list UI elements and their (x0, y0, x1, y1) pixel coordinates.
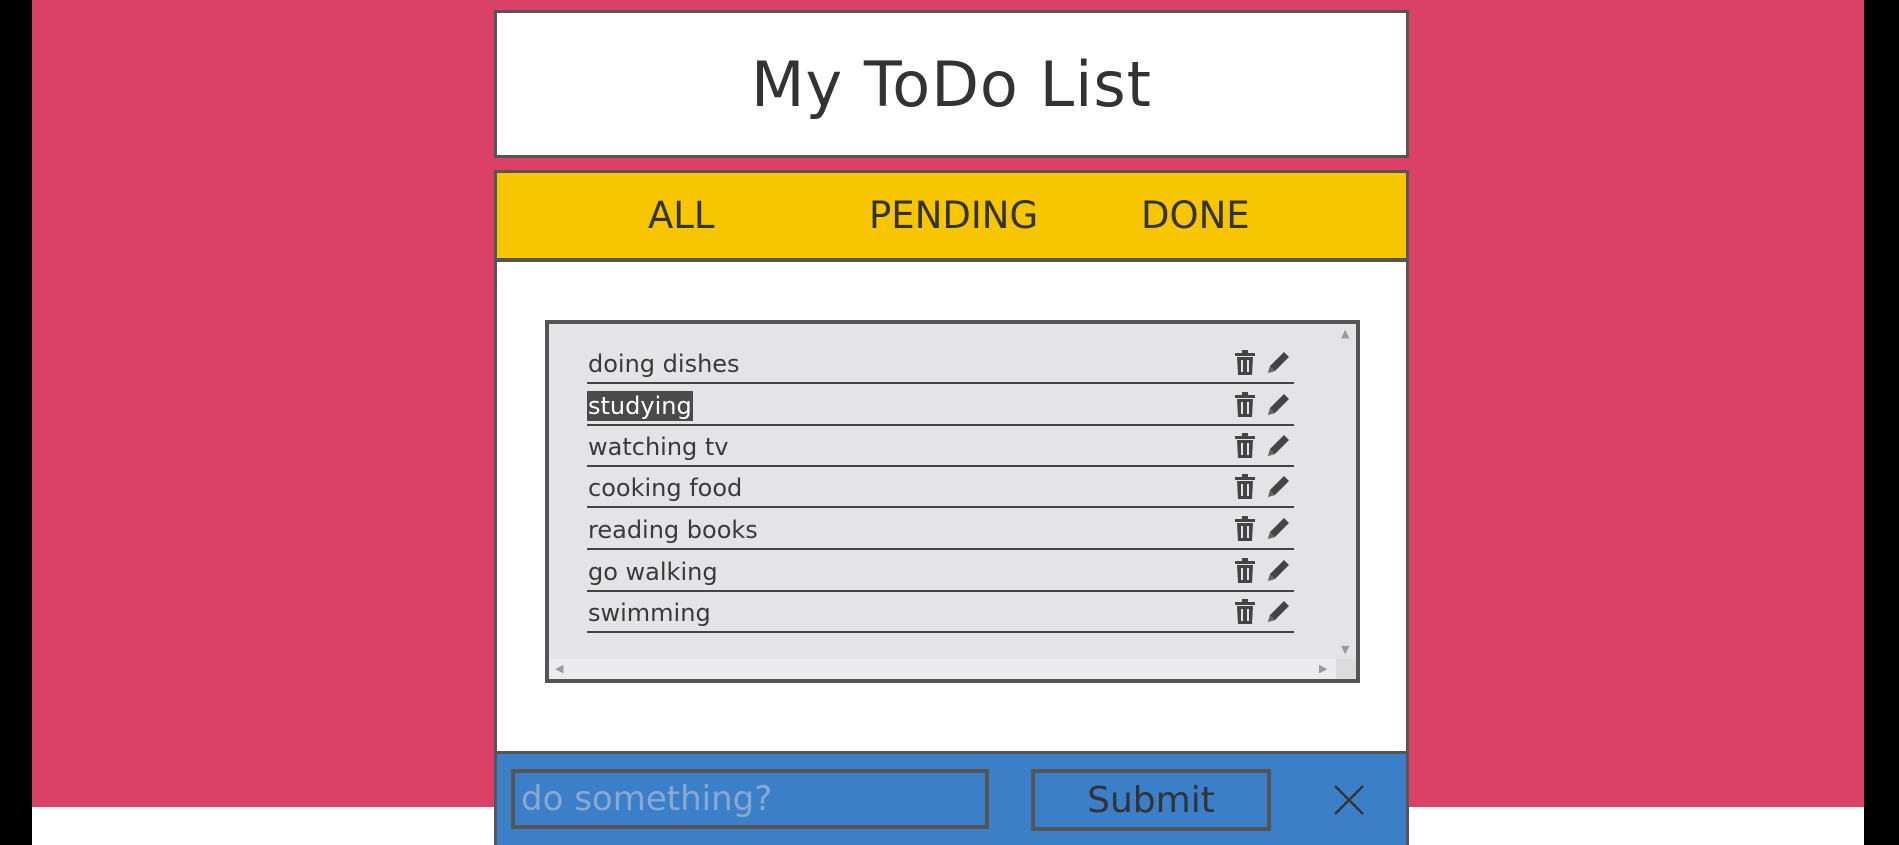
todo-text: cooking food (588, 474, 743, 502)
todo-text: studying (587, 391, 693, 421)
todo-app: My ToDo List ALL PENDING DONE doing dish… (494, 10, 1409, 845)
list-item[interactable]: studying (587, 383, 1294, 426)
pencil-icon[interactable] (1266, 557, 1292, 583)
close-icon[interactable] (1332, 783, 1366, 817)
trash-icon[interactable] (1234, 516, 1256, 542)
list-item[interactable]: swimming (587, 590, 1294, 633)
scroll-corner (1336, 659, 1356, 679)
scroll-down-icon[interactable]: ▼ (1341, 644, 1349, 655)
right-letterbox (1864, 0, 1899, 845)
vertical-scrollbar[interactable]: ▲ ▼ (1336, 324, 1356, 659)
list-item[interactable]: watching tv (587, 424, 1294, 467)
tab-done[interactable]: DONE (1141, 173, 1250, 258)
left-letterbox (0, 0, 32, 845)
trash-icon[interactable] (1234, 350, 1256, 376)
pencil-icon[interactable] (1266, 598, 1292, 624)
todo-input[interactable] (511, 769, 989, 829)
title-panel: My ToDo List (494, 10, 1409, 158)
todo-list[interactable]: doing dishes studying watching tv cookin… (545, 320, 1360, 683)
scroll-left-icon[interactable]: ◀ (555, 663, 563, 674)
list-item[interactable]: doing dishes (587, 341, 1294, 384)
scroll-right-icon[interactable]: ▶ (1319, 663, 1327, 674)
main-panel: ALL PENDING DONE doing dishes studying w… (494, 170, 1409, 845)
filter-tabs: ALL PENDING DONE (497, 173, 1406, 262)
pencil-icon[interactable] (1266, 432, 1292, 458)
tab-pending[interactable]: PENDING (869, 173, 1038, 258)
horizontal-scrollbar[interactable]: ◀ ▶ (549, 659, 1336, 679)
todo-text: go walking (588, 558, 718, 586)
todo-text: doing dishes (588, 350, 740, 378)
scroll-up-icon[interactable]: ▲ (1341, 328, 1349, 339)
todo-text: swimming (588, 599, 711, 627)
add-todo-bar: Submit (497, 751, 1406, 845)
tab-all[interactable]: ALL (648, 173, 715, 258)
trash-icon[interactable] (1234, 392, 1256, 418)
list-item[interactable]: reading books (587, 507, 1294, 550)
pencil-icon[interactable] (1266, 473, 1292, 499)
todo-text: reading books (588, 516, 758, 544)
pencil-icon[interactable] (1266, 391, 1292, 417)
trash-icon[interactable] (1234, 474, 1256, 500)
pencil-icon[interactable] (1266, 349, 1292, 375)
trash-icon[interactable] (1234, 558, 1256, 584)
pencil-icon[interactable] (1266, 515, 1292, 541)
page-title: My ToDo List (751, 47, 1152, 121)
trash-icon[interactable] (1234, 599, 1256, 625)
list-item[interactable]: go walking (587, 549, 1294, 592)
list-item[interactable]: cooking food (587, 465, 1294, 508)
submit-button[interactable]: Submit (1031, 769, 1271, 831)
trash-icon[interactable] (1234, 433, 1256, 459)
todo-text: watching tv (588, 433, 729, 461)
